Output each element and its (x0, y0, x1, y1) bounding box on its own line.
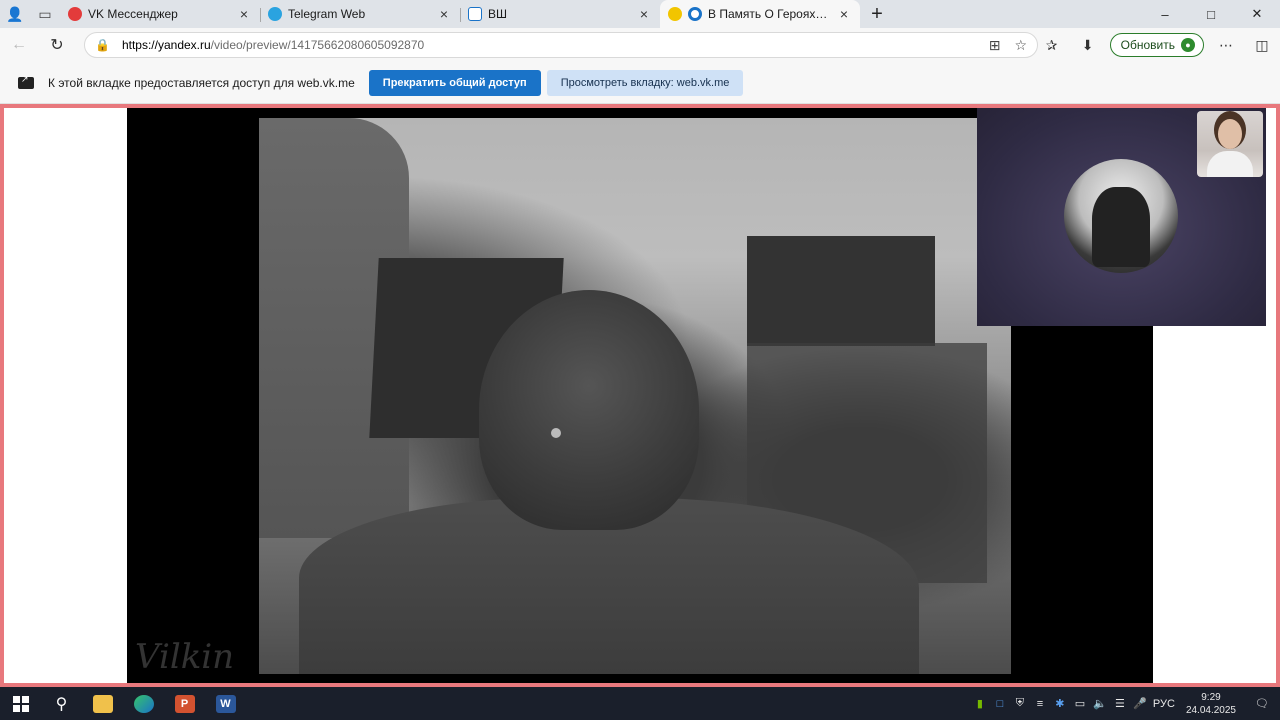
favorite-star-icon[interactable]: ☆ (1014, 37, 1027, 54)
audio-playing-icon[interactable] (668, 7, 682, 21)
close-tab-icon[interactable]: × (636, 6, 652, 22)
taskbar-word[interactable]: W (205, 687, 246, 720)
close-tab-icon[interactable]: × (236, 6, 252, 22)
snip-icon[interactable]: □ (990, 687, 1010, 720)
tab-title: В Память О Героях Великой (708, 7, 830, 21)
self-body (1207, 151, 1253, 177)
wifi-icon[interactable]: ☰ (1110, 687, 1130, 720)
maximize-icon[interactable]: □ (1188, 0, 1234, 28)
lock-icon[interactable]: 🔒 (95, 38, 110, 52)
language-indicator[interactable]: РУС (1150, 687, 1178, 720)
tab-title: VK Мессенджер (88, 7, 178, 21)
tab-telegram[interactable]: Telegram Web × (260, 0, 460, 28)
tab-title: Telegram Web (288, 7, 366, 21)
system-tray: ▮ □ ⛨ ≡ ✱ ▭ 🔈 ☰ 🎤 РУС 9:29 24.04.2025 🗨 (970, 687, 1280, 720)
helmet-rivet (551, 428, 561, 438)
sharing-indicator-icon (688, 7, 702, 21)
taskbar: ⚲ P W ▮ □ ⛨ ≡ ✱ ▭ 🔈 ☰ 🎤 РУС 9:29 24.04.2… (0, 687, 1280, 720)
gun-shield-right (747, 236, 935, 346)
tab-sharing-infobar: К этой вкладке предоставляется доступ дл… (0, 62, 1280, 104)
url-path: /video/preview/14175662080605092870 (210, 38, 425, 52)
update-button[interactable]: Обновить ● (1109, 33, 1204, 57)
stop-sharing-button[interactable]: Прекратить общий доступ (368, 69, 541, 96)
window-controls: – □ ✕ (1142, 0, 1280, 28)
taskbar-file-explorer[interactable] (82, 687, 123, 720)
app-install-icon[interactable]: ⊞ (989, 37, 1001, 54)
notifications-icon[interactable]: 🗨 (1244, 687, 1280, 720)
bluetooth-icon[interactable]: ✱ (1050, 687, 1070, 720)
address-bar[interactable]: 🔒 https://yandex.ru/video/preview/141756… (84, 32, 1038, 58)
security-icon[interactable]: ⛨ (1010, 687, 1030, 720)
network-activity-icon[interactable]: ≡ (1030, 687, 1050, 720)
folder-icon (92, 694, 113, 713)
video-frame[interactable] (259, 118, 1011, 674)
back-button[interactable]: ← (0, 28, 38, 62)
close-tab-icon[interactable]: × (436, 6, 452, 22)
video-call-panel[interactable] (977, 108, 1266, 326)
profile-icon[interactable]: 👤 (0, 0, 30, 28)
tab-vk-messenger[interactable]: VK Мессенджер × (60, 0, 260, 28)
shared-content-frame: Vilkin (0, 104, 1280, 687)
powerpoint-icon: P (174, 694, 195, 713)
edge-icon (133, 694, 154, 713)
search-button[interactable]: ⚲ (41, 687, 82, 720)
pen-favicon-icon (468, 7, 482, 21)
sharing-message: К этой вкладке предоставляется доступ дл… (48, 75, 355, 90)
profile-sync-icon: ● (1181, 38, 1195, 52)
url-host: https://yandex.ru (121, 38, 211, 52)
self-camera-preview[interactable] (1197, 111, 1263, 177)
url-text[interactable]: https://yandex.ru/video/preview/14175662… (122, 38, 989, 52)
view-tab-button[interactable]: Просмотреть вкладку: web.vk.me (546, 69, 744, 96)
taskbar-edge[interactable] (123, 687, 164, 720)
new-tab-button[interactable]: + (860, 0, 894, 28)
start-button[interactable] (0, 687, 41, 720)
tab-vsh[interactable]: ВШ × (460, 0, 660, 28)
battery-icon[interactable]: ▭ (1070, 687, 1090, 720)
volume-icon[interactable]: 🔈 (1090, 687, 1110, 720)
clock-date: 24.04.2025 (1185, 704, 1236, 716)
video-watermark: Vilkin (135, 637, 235, 677)
minimize-icon[interactable]: – (1142, 0, 1188, 28)
tab-title: ВШ (488, 7, 508, 21)
nvidia-icon[interactable]: ▮ (970, 687, 990, 720)
more-menu-icon[interactable]: ⋯ (1208, 28, 1244, 62)
favorites-icon[interactable]: ✰ (1034, 28, 1070, 62)
search-icon: ⚲ (55, 695, 68, 713)
caller-avatar (1064, 159, 1178, 273)
self-face (1218, 119, 1242, 149)
browser-toolbar: ← ↻ 🔒 https://yandex.ru/video/preview/14… (0, 28, 1280, 62)
taskbar-powerpoint[interactable]: P (164, 687, 205, 720)
microphone-icon[interactable]: 🎤 (1130, 687, 1150, 720)
clock-time: 9:29 (1201, 691, 1221, 703)
reload-button[interactable]: ↻ (38, 28, 76, 62)
close-tab-icon[interactable]: × (836, 6, 852, 22)
screen-share-icon (18, 74, 34, 89)
tab-strip: 👤 ▭ VK Мессенджер × Telegram Web × ВШ × … (0, 0, 1280, 28)
windows-logo-icon (12, 695, 29, 712)
vk-favicon-icon (68, 7, 82, 21)
soldier-helmet (479, 290, 699, 530)
sidebar-toggle-icon[interactable]: ◫ (1244, 28, 1280, 62)
word-icon: W (215, 694, 236, 713)
tab-actions-icon[interactable]: ▭ (30, 0, 60, 28)
close-window-icon[interactable]: ✕ (1234, 0, 1280, 28)
telegram-favicon-icon (268, 7, 282, 21)
clock[interactable]: 9:29 24.04.2025 (1178, 687, 1244, 720)
downloads-icon[interactable]: ⬇ (1070, 28, 1106, 62)
update-label: Обновить (1120, 38, 1175, 52)
tab-active-video[interactable]: В Память О Героях Великой × (660, 0, 860, 28)
